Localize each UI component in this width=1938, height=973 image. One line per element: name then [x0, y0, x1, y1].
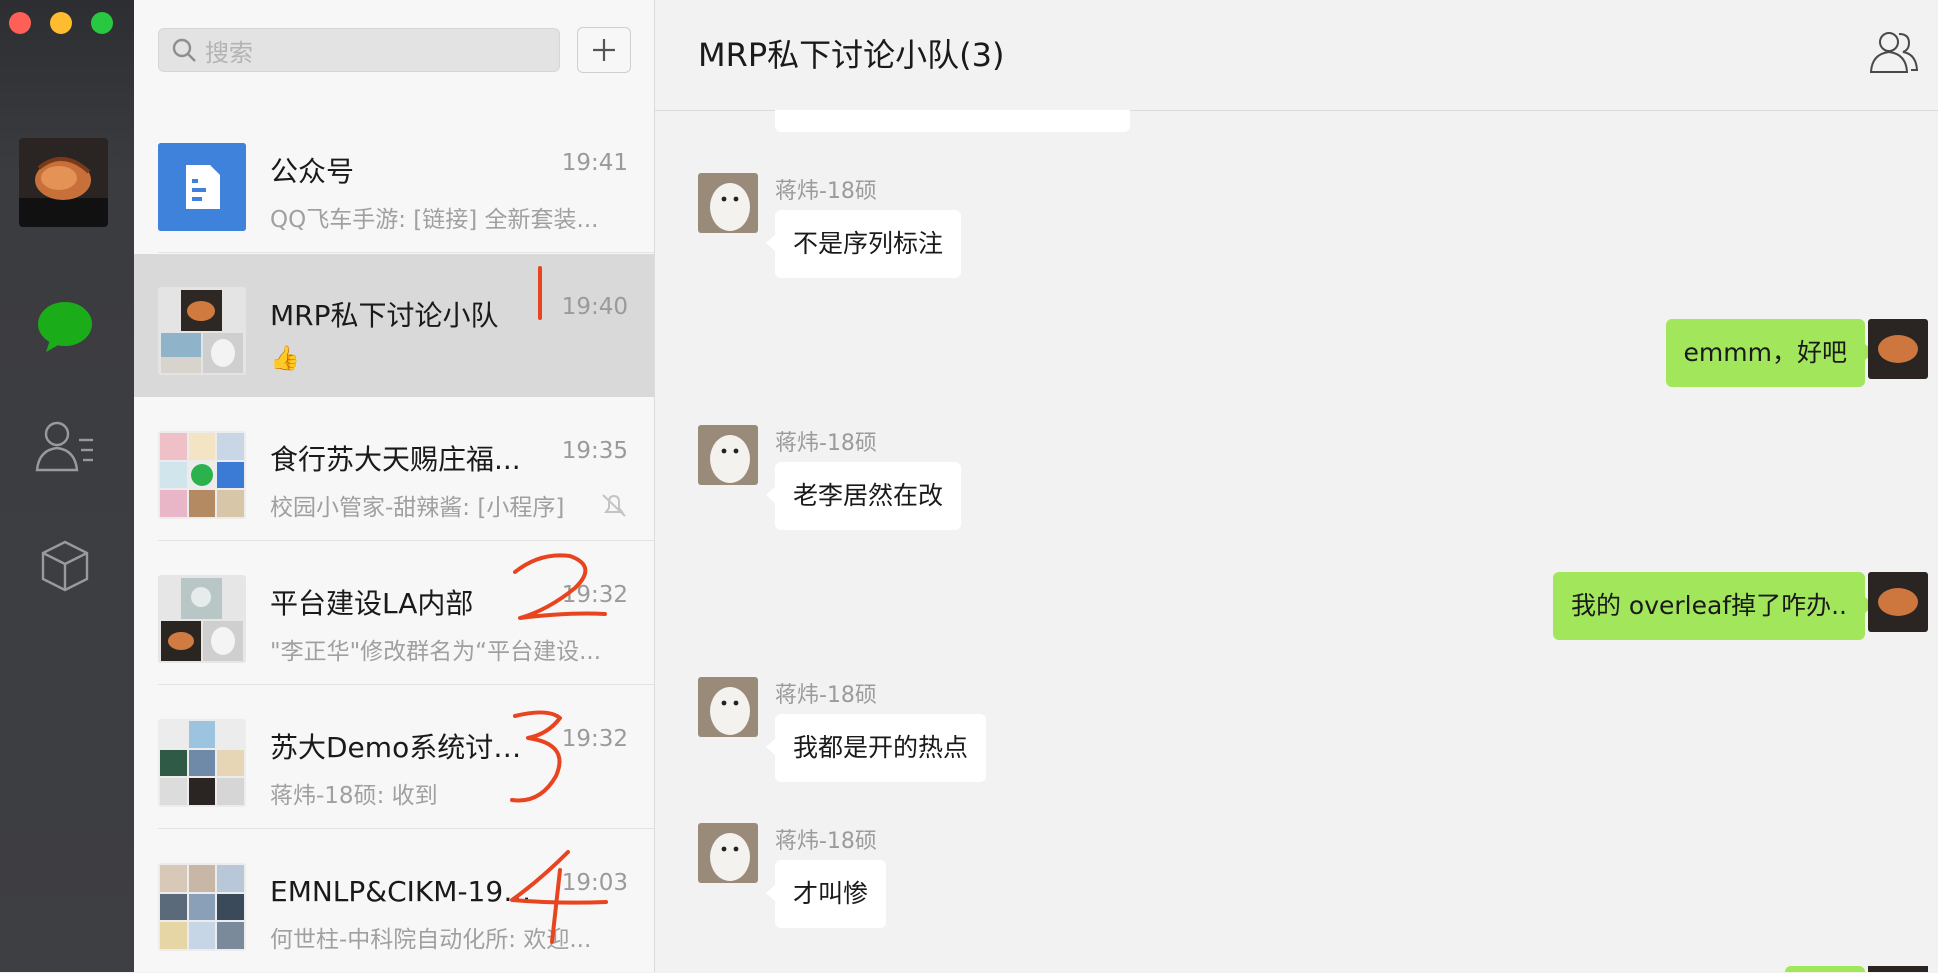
sender-name: 蒋炜-18硕 [775, 683, 877, 708]
group-avatar [158, 863, 246, 951]
message-bubble[interactable]: 不是序列标注 [765, 210, 962, 278]
session-item[interactable]: 食行苏大天赐庄福... 19:35 校园小管家-甜辣酱: [小程序] [134, 398, 654, 541]
divider [158, 828, 654, 829]
session-time: 19:03 [561, 870, 628, 896]
group-avatar [158, 431, 246, 519]
my-avatar[interactable] [19, 138, 108, 227]
session-time: 19:41 [561, 150, 628, 176]
chat-bubble-icon[interactable] [32, 294, 98, 360]
chat-header: MRP私下讨论小队(3) [655, 0, 1938, 111]
official-accounts-avatar [158, 143, 246, 231]
session-list: 搜索 公众号 19:41 QQ飞车手游: [链接] 全新套装... MRP私下讨… [134, 0, 655, 972]
session-item[interactable]: 公众号 19:41 QQ飞车手游: [链接] 全新套装... [134, 110, 654, 253]
my-message-bubble[interactable]: 我的 overleaf掉了咋办.. [1552, 572, 1875, 640]
session-time: 19:32 [561, 726, 628, 752]
members-icon [1869, 32, 1919, 73]
search-icon [172, 38, 196, 62]
my-avatar-small[interactable] [1868, 572, 1928, 632]
session-time: 19:32 [561, 582, 628, 608]
session-name: MRP私下讨论小队 [270, 299, 499, 332]
sender-name: 蒋炜-18硕 [775, 829, 877, 854]
group-avatar [158, 575, 246, 663]
session-item[interactable]: 苏大Demo系统讨论群 19:32 蒋炜-18硕: 收到 [134, 686, 654, 829]
session-name: 平台建设LA内部 [270, 587, 474, 620]
my-avatar-small[interactable] [1868, 319, 1928, 379]
message-bubble[interactable]: 老李居然在改 [765, 462, 962, 530]
add-chat-button[interactable] [577, 27, 631, 73]
my-message-bubble-partial [1785, 966, 1865, 972]
session-preview: 何世柱-中科院自动化所: 欢迎... [270, 927, 592, 953]
sender-name: 蒋炜-18硕 [775, 179, 877, 204]
cube-icon[interactable] [32, 533, 98, 599]
session-preview: QQ飞车手游: [链接] 全新套装... [270, 207, 599, 233]
session-item-active[interactable]: MRP私下讨论小队 19:40 👍 [134, 254, 654, 397]
session-preview: "李正华"修改群名为“平台建设... [270, 639, 602, 665]
divider [158, 684, 654, 685]
divider [158, 540, 654, 541]
sender-avatar[interactable] [698, 677, 758, 737]
message-bubble[interactable]: 我都是开的热点 [765, 714, 987, 782]
sender-avatar[interactable] [698, 425, 758, 485]
divider [158, 252, 654, 253]
session-preview: 蒋炜-18硕: 收到 [270, 783, 438, 809]
search-placeholder: 搜索 [205, 38, 253, 67]
session-name: 苏大Demo系统讨论群 [270, 731, 540, 764]
session-item[interactable]: EMNLP&CIKM-19预... 19:03 何世柱-中科院自动化所: 欢迎.… [134, 830, 654, 973]
mute-bell-icon [602, 494, 626, 517]
window-minimize-button[interactable] [50, 12, 72, 34]
session-name: EMNLP&CIKM-19预... [270, 875, 540, 908]
my-message-bubble[interactable]: emmm，好吧 [1665, 319, 1875, 387]
group-avatar [158, 287, 246, 375]
session-time: 19:40 [561, 294, 628, 320]
plus-icon [593, 39, 615, 61]
chat-title: MRP私下讨论小队(3) [698, 36, 1005, 74]
my-avatar-partial [1868, 966, 1928, 972]
window-zoom-button[interactable] [91, 12, 113, 34]
group-avatar [158, 719, 246, 807]
window-close-button[interactable] [9, 12, 31, 34]
session-item[interactable]: 平台建设LA内部 19:32 "李正华"修改群名为“平台建设... [134, 542, 654, 685]
message-bubble[interactable]: 才叫惨 [765, 860, 887, 928]
message-bubble-partial [775, 110, 1130, 132]
thumbs-up-emoji: 👍 [270, 344, 300, 372]
search-input[interactable]: 搜索 [158, 28, 560, 72]
sender-avatar[interactable] [698, 823, 758, 883]
sender-name: 蒋炜-18硕 [775, 431, 877, 456]
sender-avatar[interactable] [698, 173, 758, 233]
session-name: 食行苏大天赐庄福... [270, 443, 521, 476]
session-preview: 校园小管家-甜辣酱: [小程序] [270, 495, 565, 521]
session-name: 公众号 [270, 155, 355, 188]
left-nav [0, 0, 134, 972]
group-members-button[interactable] [1868, 26, 1920, 78]
session-time: 19:35 [561, 438, 628, 464]
contacts-icon[interactable] [32, 413, 98, 479]
chat-panel: MRP私下讨论小队(3) 蒋炜-18硕 不是序列标注 emmm，好吧 蒋炜-18… [655, 0, 1938, 972]
